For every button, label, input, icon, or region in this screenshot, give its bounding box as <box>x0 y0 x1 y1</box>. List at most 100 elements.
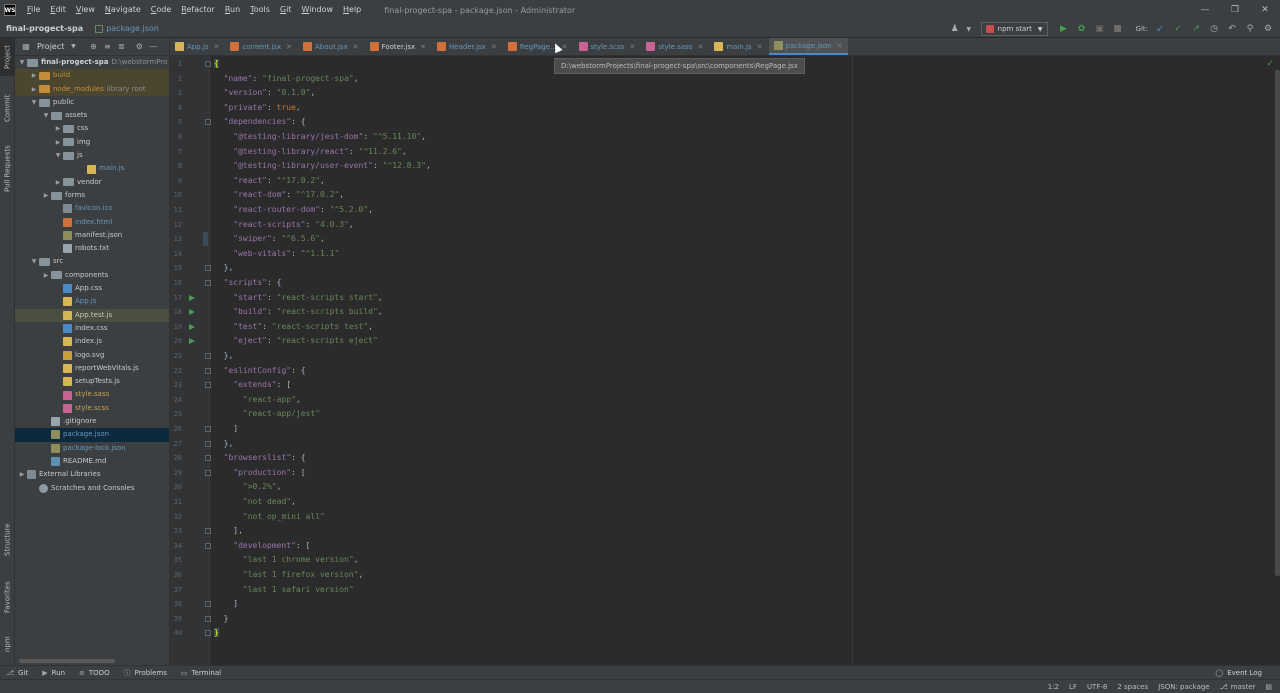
tab-footer-jsx[interactable]: Footer.jsx ✕ <box>365 38 432 55</box>
chevron-down-icon[interactable]: ▼ <box>53 149 63 162</box>
tree-item[interactable]: ▶ components <box>15 269 169 282</box>
fold-icon[interactable] <box>205 440 211 447</box>
menu-file[interactable]: File <box>22 0 45 20</box>
tree-item[interactable]: App.test.js <box>15 308 169 322</box>
run-icon[interactable]: ▶ <box>1056 21 1072 37</box>
toolwindow-terminal[interactable]: ▭ Terminal <box>175 669 229 677</box>
code-line[interactable]: "last 1 firefox version", <box>214 568 363 583</box>
stripe-tab-pull-requests[interactable]: Pull Requests <box>0 138 15 200</box>
fold-icon[interactable] <box>205 367 211 374</box>
fold-icon[interactable] <box>205 280 211 286</box>
fold-icon[interactable] <box>205 615 211 622</box>
toolwindow-git[interactable]: ⎇ Git <box>0 669 36 677</box>
run-script-icon[interactable] <box>189 294 195 301</box>
tree-item[interactable]: index.css <box>15 322 169 335</box>
code-line[interactable]: "last 1 chrome version", <box>214 553 359 568</box>
chevron-down-icon[interactable]: ▼ <box>66 43 80 50</box>
expand-all-icon[interactable]: ≡ <box>100 42 114 51</box>
run-script-icon[interactable] <box>189 309 195 316</box>
run-configuration-select[interactable]: npm start ▼ <box>980 22 1048 36</box>
close-icon[interactable]: ✕ <box>757 43 763 51</box>
settings-icon[interactable]: ⚙ <box>1260 21 1276 37</box>
close-icon[interactable]: ✕ <box>353 43 359 51</box>
tree-item[interactable]: ▶ forms <box>15 189 169 202</box>
close-icon[interactable]: ✕ <box>837 42 843 50</box>
tab-regpage[interactable]: RegPage... ✕ <box>503 38 574 55</box>
fold-icon[interactable] <box>205 455 211 462</box>
tree-item[interactable]: ▶ build <box>15 69 169 83</box>
git-commit-icon[interactable]: ✓ <box>1170 21 1186 37</box>
code-editor[interactable]: 1 2 3 4 5 6 7 8 9 10 11 12 13 14 15 16 17 18 19 20 21 22 23 24 2… <box>170 56 1280 665</box>
coverage-icon[interactable]: ▣ <box>1092 21 1108 37</box>
git-update-icon[interactable]: ↙ <box>1152 21 1168 37</box>
code-line[interactable]: "private": true, <box>214 101 301 116</box>
code-line[interactable]: "react-router-dom": "^5.2.0", <box>214 203 373 218</box>
lock-icon[interactable]: ▤ <box>1265 683 1272 691</box>
tree-item[interactable]: setupTests.js <box>15 375 169 388</box>
fold-icon[interactable] <box>205 630 211 637</box>
code-line[interactable]: "extends": [ <box>214 378 291 393</box>
search-icon[interactable]: ⚲ <box>1242 21 1258 37</box>
git-push-icon[interactable]: ↗ <box>1188 21 1204 37</box>
code-line[interactable]: "production": [ <box>214 466 305 481</box>
tree-item[interactable]: manifest.json <box>15 229 169 242</box>
locate-icon[interactable]: ⊕ <box>86 42 100 51</box>
menu-run[interactable]: Run <box>220 0 245 20</box>
chevron-right-icon[interactable]: ▶ <box>53 136 63 149</box>
code-line[interactable]: "start": "react-scripts start", <box>214 291 382 306</box>
fold-icon[interactable] <box>205 601 211 608</box>
code-line[interactable]: "test": "react-scripts test", <box>214 320 373 335</box>
gear-icon[interactable]: ⚙ <box>132 42 146 51</box>
fold-icon[interactable] <box>205 119 211 126</box>
code-line[interactable]: }, <box>214 437 234 452</box>
tree-item[interactable]: ▼ public <box>15 96 169 109</box>
tree-item[interactable]: ▼ assets <box>15 109 169 122</box>
line-separator[interactable]: LF <box>1069 683 1077 691</box>
tree-item[interactable]: ▼ src <box>15 255 169 268</box>
menu-edit[interactable]: Edit <box>45 0 71 20</box>
code-line[interactable]: } <box>214 626 219 641</box>
tree-item[interactable]: README.md <box>15 455 169 468</box>
code-line[interactable]: "not op_mini all" <box>214 510 325 525</box>
close-icon[interactable]: ✕ <box>214 43 220 51</box>
code-line[interactable]: "react": "^17.0.2", <box>214 174 325 189</box>
minimize-icon[interactable]: — <box>1190 0 1220 20</box>
tab-style-scss[interactable]: style.scss ✕ <box>574 38 642 55</box>
fold-icon[interactable] <box>205 382 211 389</box>
fold-icon[interactable] <box>205 542 211 549</box>
tree-item[interactable]: package-lock.json <box>15 442 169 455</box>
fold-icon[interactable] <box>205 61 211 67</box>
tree-item[interactable]: ▶ External Libraries <box>15 468 169 481</box>
code-line[interactable]: }, <box>214 261 234 276</box>
menu-git[interactable]: Git <box>275 0 297 20</box>
project-panel-title[interactable]: Project <box>37 42 64 51</box>
code-line[interactable]: "last 1 safari version" <box>214 583 354 598</box>
chevron-down-icon[interactable]: ▼ <box>41 109 51 122</box>
tab-style-sass[interactable]: style.sass ✕ <box>641 38 709 55</box>
stop-icon[interactable]: ■ <box>1110 21 1126 37</box>
code-line[interactable]: "swiper": "^6.5.6", <box>214 232 325 247</box>
tree-item[interactable]: ▶ vendor <box>15 176 169 189</box>
git-branch-widget[interactable]: ⎇ master <box>1220 683 1256 691</box>
debug-icon[interactable]: ✿ <box>1074 21 1090 37</box>
tree-item[interactable]: package.json <box>15 428 169 442</box>
tree-item[interactable]: reportWebVitals.js <box>15 362 169 375</box>
tab-main-js[interactable]: main.js ✕ <box>709 38 768 55</box>
chevron-right-icon[interactable]: ▶ <box>53 176 63 189</box>
tab-package-json[interactable]: package.json ✕ <box>768 38 849 55</box>
breadcrumb-project[interactable]: final-progect-spa <box>0 24 89 33</box>
code-line[interactable]: "@testing-library/react": "^11.2.6", <box>214 145 406 160</box>
code-line[interactable]: "eject": "react-scripts eject" <box>214 334 378 349</box>
tree-item[interactable]: style.scss <box>15 402 169 415</box>
code-line[interactable]: { <box>214 57 219 72</box>
caret-position[interactable]: 1:2 <box>1048 683 1059 691</box>
history-icon[interactable]: ◷ <box>1206 21 1222 37</box>
fold-icon[interactable] <box>205 469 211 476</box>
tab-app-js[interactable]: App.js ✕ <box>170 38 225 55</box>
restore-icon[interactable]: ❐ <box>1220 0 1250 20</box>
code-line[interactable]: "react-app", <box>214 393 301 408</box>
code-line[interactable]: ], <box>214 524 243 539</box>
chevron-right-icon[interactable]: ▶ <box>41 189 51 202</box>
indent-setting[interactable]: 2 spaces <box>1117 683 1148 691</box>
code-line[interactable]: "scripts": { <box>214 276 282 291</box>
